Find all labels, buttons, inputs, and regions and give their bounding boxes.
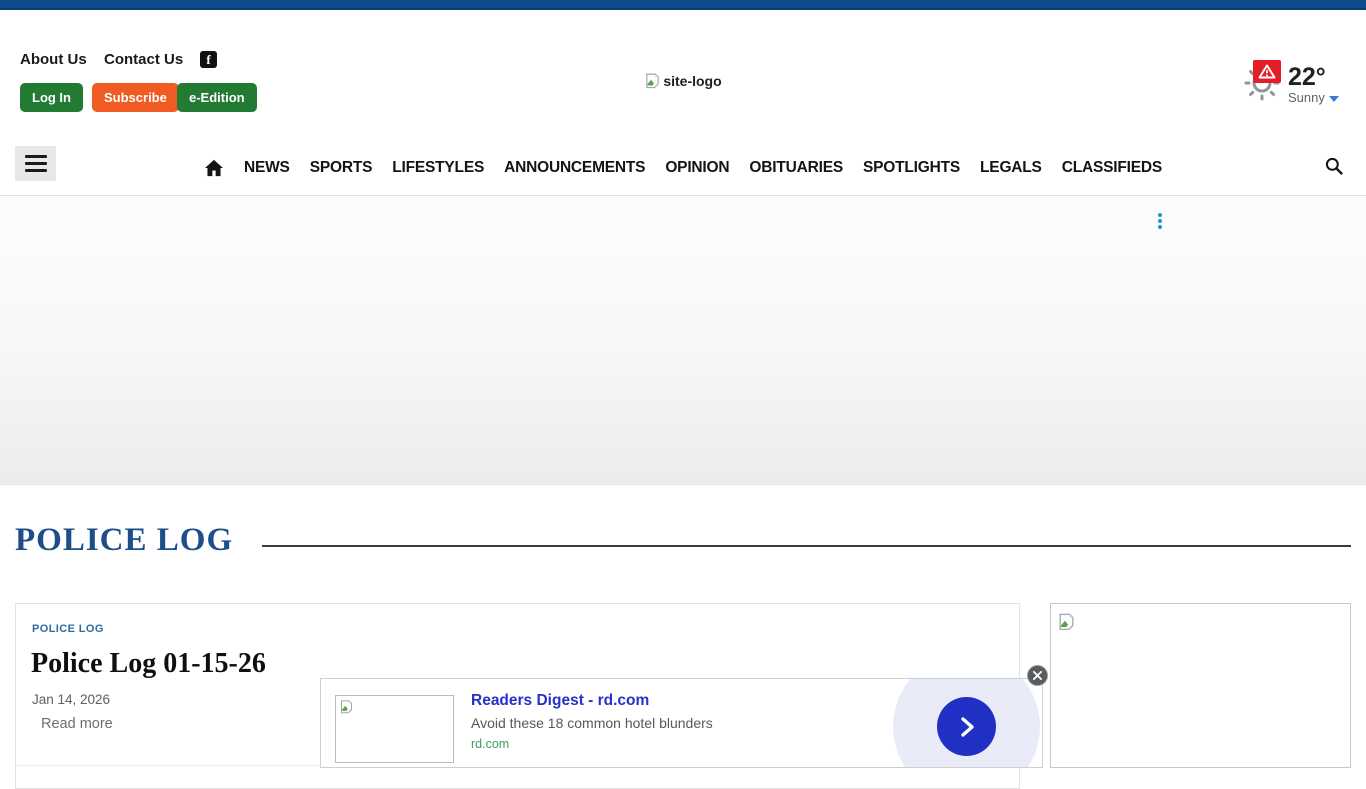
top-accent-bar xyxy=(0,0,1366,10)
nav-item-classifieds[interactable]: CLASSIFIEDS xyxy=(1062,159,1162,177)
ad-headline[interactable]: Avoid these 18 common hotel blunders xyxy=(471,715,713,731)
ad-options-icon[interactable] xyxy=(1154,213,1166,235)
chevron-right-icon xyxy=(955,715,979,739)
ad-sponsor-link[interactable]: Readers Digest - rd.com xyxy=(471,692,649,710)
ad-close-button[interactable] xyxy=(1027,665,1048,686)
close-icon xyxy=(1033,671,1042,680)
nav-item-opinion[interactable]: OPINION xyxy=(665,159,729,177)
nav-item-sports[interactable]: SPORTS xyxy=(310,159,373,177)
nav-items: NEWS SPORTS LIFESTYLES ANNOUNCEMENTS OPI… xyxy=(0,140,1366,195)
chevron-down-icon xyxy=(1329,96,1339,102)
contact-us-link[interactable]: Contact Us xyxy=(104,51,183,68)
article-date: Jan 14, 2026 xyxy=(32,692,110,707)
nav-item-announcements[interactable]: ANNOUNCEMENTS xyxy=(504,159,645,177)
anchor-ad: Readers Digest - rd.com Avoid these 18 c… xyxy=(320,678,1043,768)
site-header: About Us Contact Us f Log In Subscribe e… xyxy=(0,10,1366,140)
site-logo-link[interactable]: site-logo xyxy=(644,72,721,89)
section-rule xyxy=(262,545,1351,547)
weather-alert-icon xyxy=(1253,60,1281,83)
site-logo-alt-text: site-logo xyxy=(663,73,721,89)
section-title[interactable]: POLICE LOG xyxy=(15,522,233,559)
weather-widget[interactable]: 22° Sunny xyxy=(1240,55,1350,107)
read-more-link[interactable]: Read more xyxy=(41,716,113,732)
search-icon[interactable] xyxy=(1324,156,1344,179)
home-icon[interactable] xyxy=(204,159,224,177)
nav-item-obituaries[interactable]: OBITUARIES xyxy=(749,159,843,177)
broken-image-icon xyxy=(339,699,354,714)
article-category-label[interactable]: POLICE LOG xyxy=(32,623,104,635)
weather-condition[interactable]: Sunny xyxy=(1288,90,1339,105)
top-ad-slot xyxy=(0,196,1366,485)
site-logo: site-logo xyxy=(0,72,1366,94)
ad-image-placeholder[interactable] xyxy=(335,695,454,763)
nav-item-news[interactable]: NEWS xyxy=(244,159,290,177)
article-title[interactable]: Police Log 01-15-26 xyxy=(31,648,266,680)
weather-temp: 22° xyxy=(1288,63,1326,92)
weather-condition-label: Sunny xyxy=(1288,90,1325,105)
ad-display-url: rd.com xyxy=(471,737,509,751)
main-nav: NEWS SPORTS LIFESTYLES ANNOUNCEMENTS OPI… xyxy=(0,140,1366,196)
nav-item-spotlights[interactable]: SPOTLIGHTS xyxy=(863,159,960,177)
facebook-icon[interactable]: f xyxy=(200,51,217,68)
broken-image-icon xyxy=(644,72,661,89)
about-us-link[interactable]: About Us xyxy=(20,51,87,68)
nav-item-lifestyles[interactable]: LIFESTYLES xyxy=(392,159,484,177)
broken-image-icon xyxy=(1057,612,1076,631)
nav-item-legals[interactable]: LEGALS xyxy=(980,159,1042,177)
sidebar-ad-slot[interactable] xyxy=(1050,603,1351,768)
ad-arrow-button[interactable] xyxy=(937,697,996,756)
